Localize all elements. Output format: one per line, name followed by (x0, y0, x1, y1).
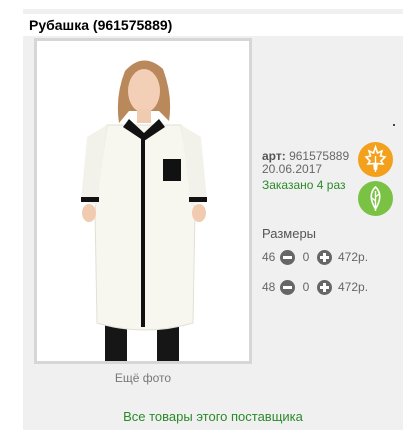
maple-leaf-icon-glyph (364, 144, 387, 172)
minus-circle-icon[interactable] (280, 249, 295, 265)
product-photo[interactable] (34, 38, 252, 364)
plus-circle-icon[interactable] (317, 279, 332, 295)
product-date: 20.06.2017 (262, 162, 323, 176)
supplier-products-link[interactable]: Все товары этого поставщика (23, 409, 403, 424)
size-value: 48 (262, 280, 276, 294)
article-value: 961575889 (289, 149, 350, 163)
size-row: 48 0 472р. (262, 279, 368, 295)
minus-circle-icon[interactable] (280, 279, 295, 295)
quantity-value: 0 (302, 280, 310, 294)
article-label: арт: (262, 149, 286, 163)
size-price: 472р. (338, 250, 369, 264)
green-leaf-icon (358, 181, 393, 216)
green-leaf-icon-glyph (370, 185, 381, 211)
size-value: 46 (262, 250, 276, 264)
maple-leaf-icon (358, 142, 393, 177)
size-row: 46 0 472р. (262, 249, 368, 265)
separator-dot (393, 124, 395, 126)
quantity-value: 0 (302, 250, 310, 264)
size-price: 472р. (338, 280, 369, 294)
sizes-label: Размеры (262, 226, 317, 241)
product-photo-image (37, 41, 249, 361)
plus-circle-icon[interactable] (317, 249, 332, 265)
more-photos-link[interactable]: Ещё фото (34, 371, 252, 385)
product-title: Рубашка (961575889) (29, 17, 173, 33)
order-count: Заказано 4 раз (262, 178, 346, 192)
